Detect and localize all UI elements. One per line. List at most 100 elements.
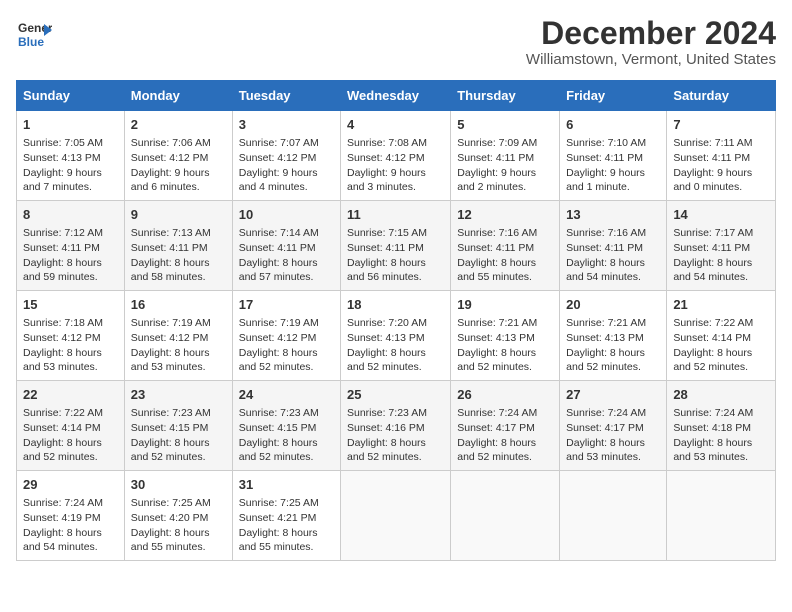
- daylight-label: Daylight: 9 hours and 7 minutes.: [23, 167, 102, 194]
- day-number: 11: [347, 206, 444, 224]
- daylight-label: Daylight: 8 hours and 54 minutes.: [23, 527, 102, 554]
- sunset-label: Sunset: 4:11 PM: [239, 242, 316, 254]
- daylight-label: Daylight: 8 hours and 54 minutes.: [673, 257, 752, 284]
- sunset-label: Sunset: 4:12 PM: [131, 152, 209, 164]
- daylight-label: Daylight: 8 hours and 53 minutes.: [673, 437, 752, 464]
- day-header-saturday: Saturday: [667, 81, 776, 111]
- sunrise-label: Sunrise: 7:05 AM: [23, 137, 103, 149]
- calendar-cell: 27 Sunrise: 7:24 AM Sunset: 4:17 PM Dayl…: [560, 381, 667, 471]
- daylight-label: Daylight: 8 hours and 52 minutes.: [457, 347, 536, 374]
- sunset-label: Sunset: 4:19 PM: [23, 512, 101, 524]
- calendar-cell: 7 Sunrise: 7:11 AM Sunset: 4:11 PM Dayli…: [667, 111, 776, 201]
- sunrise-label: Sunrise: 7:09 AM: [457, 137, 537, 149]
- sunrise-label: Sunrise: 7:24 AM: [457, 407, 537, 419]
- daylight-label: Daylight: 8 hours and 54 minutes.: [566, 257, 645, 284]
- sunrise-label: Sunrise: 7:22 AM: [673, 317, 753, 329]
- day-number: 25: [347, 386, 444, 404]
- daylight-label: Daylight: 8 hours and 55 minutes.: [131, 527, 210, 554]
- day-number: 28: [673, 386, 769, 404]
- day-number: 29: [23, 476, 118, 494]
- sunrise-label: Sunrise: 7:24 AM: [673, 407, 753, 419]
- calendar-cell: 12 Sunrise: 7:16 AM Sunset: 4:11 PM Dayl…: [451, 201, 560, 291]
- sunset-label: Sunset: 4:13 PM: [566, 332, 644, 344]
- logo: General Blue: [16, 16, 52, 52]
- sunset-label: Sunset: 4:11 PM: [566, 152, 643, 164]
- sunrise-label: Sunrise: 7:22 AM: [23, 407, 103, 419]
- calendar-cell: 5 Sunrise: 7:09 AM Sunset: 4:11 PM Dayli…: [451, 111, 560, 201]
- daylight-label: Daylight: 8 hours and 57 minutes.: [239, 257, 318, 284]
- sunset-label: Sunset: 4:11 PM: [131, 242, 208, 254]
- calendar-cell: 24 Sunrise: 7:23 AM Sunset: 4:15 PM Dayl…: [232, 381, 340, 471]
- calendar-table: SundayMondayTuesdayWednesdayThursdayFrid…: [16, 80, 776, 561]
- calendar-cell: 15 Sunrise: 7:18 AM Sunset: 4:12 PM Dayl…: [17, 291, 125, 381]
- logo-icon: General Blue: [16, 16, 52, 52]
- daylight-label: Daylight: 8 hours and 53 minutes.: [23, 347, 102, 374]
- calendar-cell: 14 Sunrise: 7:17 AM Sunset: 4:11 PM Dayl…: [667, 201, 776, 291]
- calendar-cell: 17 Sunrise: 7:19 AM Sunset: 4:12 PM Dayl…: [232, 291, 340, 381]
- day-header-wednesday: Wednesday: [341, 81, 451, 111]
- daylight-label: Daylight: 8 hours and 52 minutes.: [673, 347, 752, 374]
- day-number: 2: [131, 116, 226, 134]
- day-header-monday: Monday: [124, 81, 232, 111]
- day-number: 30: [131, 476, 226, 494]
- sunset-label: Sunset: 4:17 PM: [457, 422, 535, 434]
- sunrise-label: Sunrise: 7:08 AM: [347, 137, 427, 149]
- daylight-label: Daylight: 8 hours and 52 minutes.: [347, 437, 426, 464]
- sunrise-label: Sunrise: 7:17 AM: [673, 227, 753, 239]
- calendar-cell: 20 Sunrise: 7:21 AM Sunset: 4:13 PM Dayl…: [560, 291, 667, 381]
- sunrise-label: Sunrise: 7:10 AM: [566, 137, 646, 149]
- calendar-cell: [451, 470, 560, 560]
- calendar-week-3: 15 Sunrise: 7:18 AM Sunset: 4:12 PM Dayl…: [17, 291, 776, 381]
- calendar-week-5: 29 Sunrise: 7:24 AM Sunset: 4:19 PM Dayl…: [17, 470, 776, 560]
- svg-text:Blue: Blue: [18, 35, 44, 49]
- location: Williamstown, Vermont, United States: [526, 51, 776, 68]
- calendar-cell: 21 Sunrise: 7:22 AM Sunset: 4:14 PM Dayl…: [667, 291, 776, 381]
- sunrise-label: Sunrise: 7:14 AM: [239, 227, 319, 239]
- calendar-cell: 13 Sunrise: 7:16 AM Sunset: 4:11 PM Dayl…: [560, 201, 667, 291]
- sunset-label: Sunset: 4:12 PM: [347, 152, 425, 164]
- sunset-label: Sunset: 4:17 PM: [566, 422, 644, 434]
- day-number: 18: [347, 296, 444, 314]
- calendar-week-4: 22 Sunrise: 7:22 AM Sunset: 4:14 PM Dayl…: [17, 381, 776, 471]
- calendar-cell: 8 Sunrise: 7:12 AM Sunset: 4:11 PM Dayli…: [17, 201, 125, 291]
- sunset-label: Sunset: 4:15 PM: [131, 422, 209, 434]
- daylight-label: Daylight: 8 hours and 59 minutes.: [23, 257, 102, 284]
- sunrise-label: Sunrise: 7:11 AM: [673, 137, 752, 149]
- daylight-label: Daylight: 8 hours and 53 minutes.: [566, 437, 645, 464]
- day-number: 13: [566, 206, 660, 224]
- sunset-label: Sunset: 4:13 PM: [457, 332, 535, 344]
- day-number: 12: [457, 206, 553, 224]
- sunset-label: Sunset: 4:13 PM: [23, 152, 101, 164]
- day-number: 24: [239, 386, 334, 404]
- daylight-label: Daylight: 9 hours and 0 minutes.: [673, 167, 752, 194]
- calendar-cell: 11 Sunrise: 7:15 AM Sunset: 4:11 PM Dayl…: [341, 201, 451, 291]
- calendar-cell: 22 Sunrise: 7:22 AM Sunset: 4:14 PM Dayl…: [17, 381, 125, 471]
- day-number: 16: [131, 296, 226, 314]
- day-header-tuesday: Tuesday: [232, 81, 340, 111]
- calendar-cell: 26 Sunrise: 7:24 AM Sunset: 4:17 PM Dayl…: [451, 381, 560, 471]
- day-number: 26: [457, 386, 553, 404]
- sunset-label: Sunset: 4:13 PM: [347, 332, 425, 344]
- sunset-label: Sunset: 4:11 PM: [23, 242, 100, 254]
- sunrise-label: Sunrise: 7:25 AM: [131, 497, 211, 509]
- calendar-cell: 29 Sunrise: 7:24 AM Sunset: 4:19 PM Dayl…: [17, 470, 125, 560]
- calendar-cell: 10 Sunrise: 7:14 AM Sunset: 4:11 PM Dayl…: [232, 201, 340, 291]
- sunset-label: Sunset: 4:20 PM: [131, 512, 209, 524]
- calendar-cell: 6 Sunrise: 7:10 AM Sunset: 4:11 PM Dayli…: [560, 111, 667, 201]
- daylight-label: Daylight: 8 hours and 56 minutes.: [347, 257, 426, 284]
- daylight-label: Daylight: 9 hours and 6 minutes.: [131, 167, 210, 194]
- day-number: 1: [23, 116, 118, 134]
- sunrise-label: Sunrise: 7:24 AM: [566, 407, 646, 419]
- calendar-cell: 28 Sunrise: 7:24 AM Sunset: 4:18 PM Dayl…: [667, 381, 776, 471]
- calendar-cell: 2 Sunrise: 7:06 AM Sunset: 4:12 PM Dayli…: [124, 111, 232, 201]
- daylight-label: Daylight: 8 hours and 52 minutes.: [239, 437, 318, 464]
- calendar-cell: 25 Sunrise: 7:23 AM Sunset: 4:16 PM Dayl…: [341, 381, 451, 471]
- day-number: 6: [566, 116, 660, 134]
- sunset-label: Sunset: 4:12 PM: [239, 152, 317, 164]
- day-number: 31: [239, 476, 334, 494]
- sunrise-label: Sunrise: 7:19 AM: [239, 317, 319, 329]
- daylight-label: Daylight: 9 hours and 3 minutes.: [347, 167, 426, 194]
- sunrise-label: Sunrise: 7:23 AM: [131, 407, 211, 419]
- calendar-cell: 16 Sunrise: 7:19 AM Sunset: 4:12 PM Dayl…: [124, 291, 232, 381]
- sunrise-label: Sunrise: 7:25 AM: [239, 497, 319, 509]
